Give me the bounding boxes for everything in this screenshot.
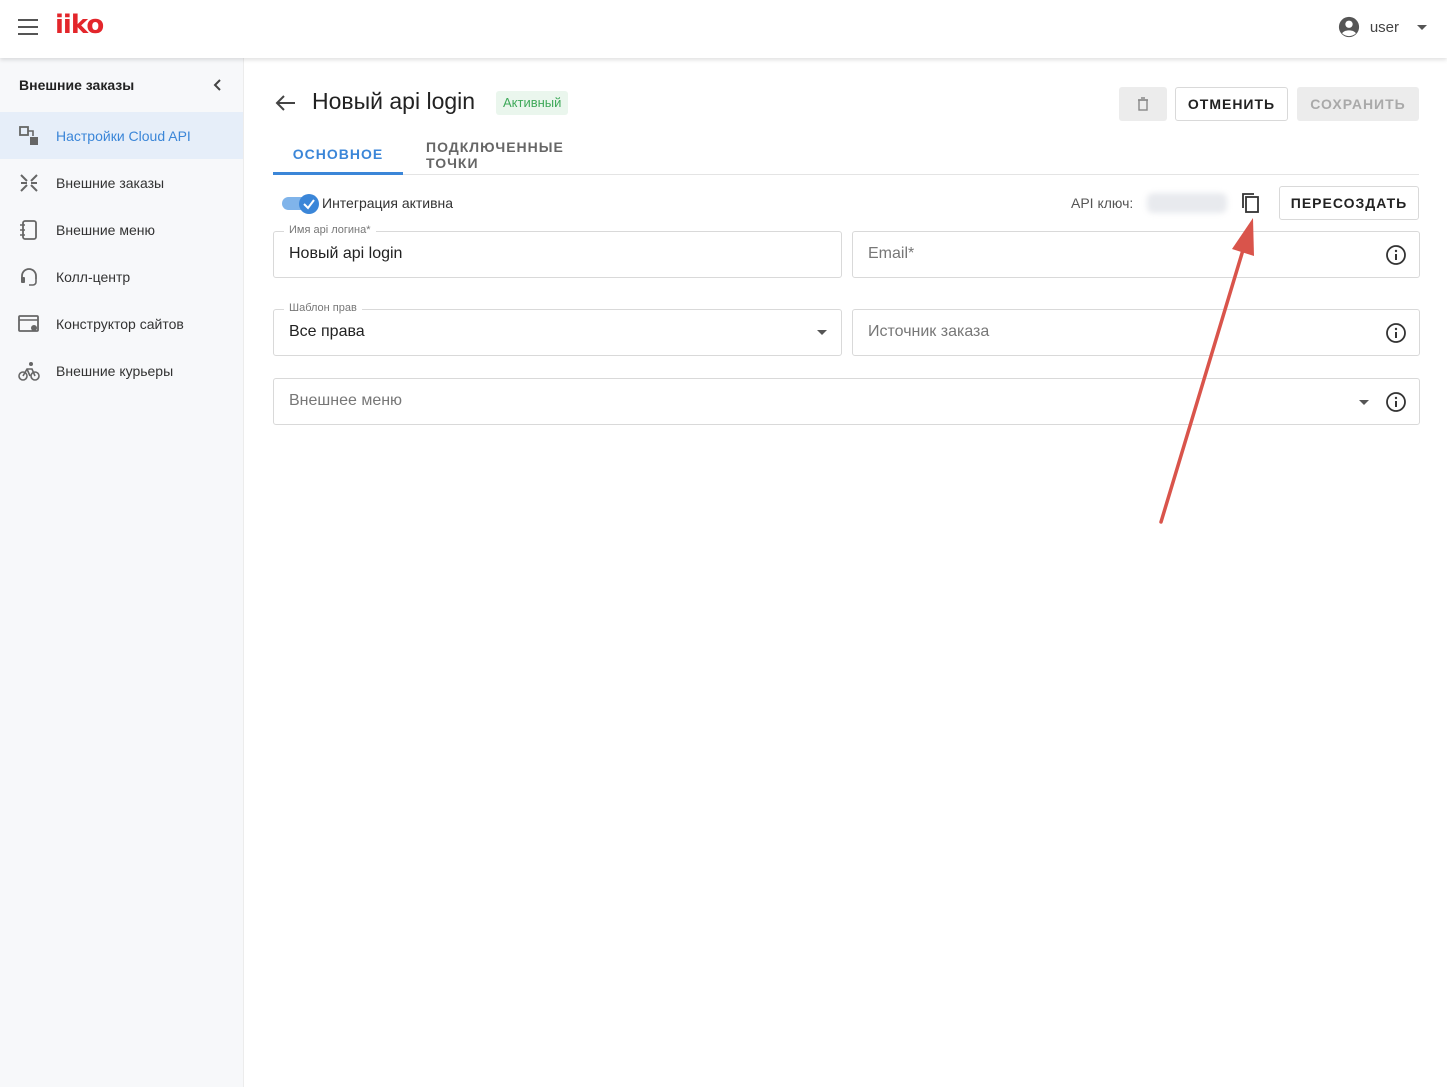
info-icon[interactable] bbox=[1385, 244, 1407, 266]
integration-toggle[interactable] bbox=[282, 194, 319, 214]
sidebar-item-external-menu[interactable]: Внешние меню bbox=[0, 206, 243, 253]
main-content: Новый api login Активный ОТМЕНИТЬ СОХРАН… bbox=[245, 58, 1447, 1087]
integration-toggle-label: Интеграция активна bbox=[322, 195, 454, 211]
page-title: Новый api login bbox=[312, 88, 476, 114]
sidebar-item-external-couriers[interactable]: Внешние курьеры bbox=[0, 347, 243, 394]
delete-button[interactable] bbox=[1119, 87, 1167, 121]
tab-connected-points[interactable]: ПОДКЛЮЧЕННЫЕ ТОЧКИ bbox=[426, 135, 616, 175]
chevron-left-icon[interactable] bbox=[209, 76, 227, 94]
external-orders-icon bbox=[20, 173, 38, 192]
sidebar-item-call-center[interactable]: Колл-центр bbox=[0, 253, 243, 300]
user-menu[interactable]: user bbox=[1338, 16, 1427, 38]
check-icon bbox=[303, 199, 315, 210]
sidebar: Внешние заказы Настройки Cloud API Внешн… bbox=[0, 58, 244, 1087]
info-icon[interactable] bbox=[1385, 322, 1407, 344]
menu-icon[interactable] bbox=[18, 19, 38, 35]
dropdown-arrow-icon[interactable] bbox=[1359, 400, 1369, 405]
field-value: Все права bbox=[289, 323, 365, 340]
sidebar-item-cloud-api[interactable]: Настройки Cloud API bbox=[0, 112, 243, 159]
sidebar-item-label: Колл-центр bbox=[56, 268, 131, 285]
field-placeholder: Email* bbox=[868, 245, 915, 262]
site-builder-icon bbox=[18, 314, 39, 332]
info-icon[interactable] bbox=[1385, 391, 1407, 413]
sidebar-item-label: Внешние меню bbox=[56, 221, 155, 238]
copy-icon[interactable] bbox=[1240, 191, 1262, 215]
external-menu-icon bbox=[20, 219, 37, 240]
sidebar-item-site-builder[interactable]: Конструктор сайтов bbox=[0, 300, 243, 347]
logo[interactable]: iiko bbox=[55, 10, 104, 40]
field-placeholder: Источник заказа bbox=[868, 323, 990, 340]
order-source-field[interactable]: Источник заказа bbox=[852, 309, 1420, 356]
cancel-button[interactable]: ОТМЕНИТЬ bbox=[1175, 87, 1288, 121]
tabs: ОСНОВНОЕ ПОДКЛЮЧЕННЫЕ ТОЧКИ bbox=[273, 135, 1419, 175]
api-key-value-blurred bbox=[1147, 193, 1227, 213]
sidebar-item-label: Внешние заказы bbox=[56, 174, 165, 191]
status-badge: Активный bbox=[496, 91, 569, 115]
sidebar-header: Внешние заказы bbox=[0, 58, 243, 112]
chevron-down-icon bbox=[1417, 24, 1427, 30]
cloud-api-settings-icon bbox=[19, 125, 38, 145]
dropdown-arrow-icon[interactable] bbox=[817, 330, 827, 335]
courier-bike-icon bbox=[18, 361, 40, 381]
tab-main[interactable]: ОСНОВНОЕ bbox=[273, 135, 403, 175]
field-placeholder: Внешнее меню bbox=[289, 392, 403, 409]
sidebar-title: Внешние заказы bbox=[19, 77, 135, 93]
arrow-back-icon[interactable] bbox=[275, 94, 297, 112]
email-field[interactable]: Email* bbox=[852, 231, 1420, 278]
external-menu-select[interactable]: Внешнее меню bbox=[273, 378, 1420, 425]
api-login-name-field[interactable]: Имя api логина* Новый api login bbox=[273, 224, 842, 278]
top-bar: iiko user bbox=[0, 0, 1447, 58]
field-label: Шаблон прав bbox=[284, 302, 362, 314]
regenerate-button[interactable]: ПЕРЕСОЗДАТЬ bbox=[1279, 186, 1419, 220]
sidebar-item-label: Конструктор сайтов bbox=[56, 315, 184, 332]
sidebar-item-label: Настройки Cloud API bbox=[56, 127, 191, 144]
account-circle-icon bbox=[1338, 16, 1359, 38]
field-value: Новый api login bbox=[289, 245, 403, 262]
rights-template-select[interactable]: Шаблон прав Все права bbox=[273, 302, 842, 356]
trash-icon bbox=[1138, 97, 1148, 111]
headset-icon bbox=[21, 267, 37, 286]
user-name: user bbox=[1369, 18, 1399, 36]
api-key-label: API ключ: bbox=[1071, 195, 1134, 211]
field-label: Имя api логина* bbox=[284, 224, 376, 236]
save-button[interactable]: СОХРАНИТЬ bbox=[1297, 87, 1419, 121]
sidebar-item-external-orders[interactable]: Внешние заказы bbox=[0, 159, 243, 206]
sidebar-item-label: Внешние курьеры bbox=[56, 362, 174, 379]
